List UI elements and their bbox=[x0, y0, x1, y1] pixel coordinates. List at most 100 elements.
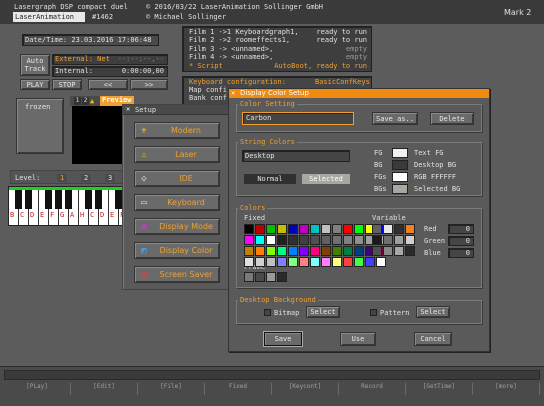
fixed-color-swatch[interactable] bbox=[343, 235, 353, 245]
frame-color-swatch[interactable] bbox=[244, 272, 254, 282]
stop-button[interactable]: STOP bbox=[52, 79, 82, 90]
pattern-select-button[interactable]: Select bbox=[416, 306, 450, 318]
fixed-color-swatch[interactable] bbox=[244, 257, 254, 267]
function-key[interactable]: [GetTime] bbox=[406, 383, 473, 395]
fixed-color-swatch[interactable] bbox=[310, 224, 320, 234]
film-row[interactable]: Film 4 -> <unnamed>, empty bbox=[189, 53, 367, 61]
fixed-color-swatch[interactable] bbox=[266, 246, 276, 256]
variable-color-swatch[interactable] bbox=[383, 246, 393, 256]
fixed-color-swatch[interactable] bbox=[299, 257, 309, 267]
setup-laser-button[interactable]: ⚠ Laser bbox=[134, 146, 220, 163]
fixed-color-swatch[interactable] bbox=[266, 224, 276, 234]
fixed-color-swatch[interactable] bbox=[321, 257, 331, 267]
frame-color-swatch[interactable] bbox=[266, 272, 276, 282]
fixed-color-swatch[interactable] bbox=[244, 246, 254, 256]
fixed-color-swatch[interactable] bbox=[299, 224, 309, 234]
piano-black-key[interactable] bbox=[85, 187, 92, 209]
frame-color-swatch[interactable] bbox=[255, 272, 265, 282]
fixed-color-swatch[interactable] bbox=[288, 235, 298, 245]
normal-preview[interactable]: Normal bbox=[244, 174, 296, 184]
fixed-color-swatch[interactable] bbox=[310, 235, 320, 245]
function-key[interactable]: [Keycont] bbox=[272, 383, 339, 395]
color-setting-input[interactable]: Carbon bbox=[242, 112, 354, 125]
variable-color-swatch[interactable] bbox=[372, 224, 382, 234]
variable-color-swatch[interactable] bbox=[394, 246, 404, 256]
level-1[interactable]: 1 bbox=[57, 174, 68, 182]
rgb-value-field[interactable]: 0 bbox=[448, 248, 474, 258]
piano-black-key[interactable] bbox=[95, 187, 102, 209]
fixed-color-swatch[interactable] bbox=[354, 224, 364, 234]
string-color-swatch[interactable] bbox=[392, 160, 408, 170]
play-button[interactable]: PLAY bbox=[20, 79, 50, 90]
save-as-button[interactable]: Save as.. bbox=[372, 112, 418, 125]
selected-preview[interactable]: Selected bbox=[302, 174, 350, 184]
cancel-button[interactable]: Cancel bbox=[414, 332, 452, 346]
variable-color-swatch[interactable] bbox=[405, 235, 415, 245]
fixed-color-swatch[interactable] bbox=[310, 246, 320, 256]
command-line[interactable] bbox=[4, 370, 540, 380]
fixed-color-swatch[interactable] bbox=[277, 257, 287, 267]
fixed-color-swatch[interactable] bbox=[288, 246, 298, 256]
setup-screen-saver-button[interactable]: ▤ Screen Saver bbox=[134, 266, 220, 283]
fixed-color-swatch[interactable] bbox=[332, 235, 342, 245]
fixed-color-swatch[interactable] bbox=[299, 246, 309, 256]
film-row[interactable]: Film 2 ->2 roomeffects1, ready to run bbox=[189, 36, 367, 44]
function-key[interactable]: [File] bbox=[138, 383, 205, 395]
fixed-color-swatch[interactable] bbox=[266, 235, 276, 245]
level-2[interactable]: 2 bbox=[81, 174, 92, 182]
function-key[interactable]: Fixed bbox=[205, 383, 272, 395]
fixed-color-swatch[interactable] bbox=[321, 224, 331, 234]
fixed-color-swatch[interactable] bbox=[277, 246, 287, 256]
fixed-color-swatch[interactable] bbox=[332, 246, 342, 256]
setup-display-color-button[interactable]: ◩ Display Color bbox=[134, 242, 220, 259]
fixed-color-swatch[interactable] bbox=[310, 257, 320, 267]
fixed-color-swatch[interactable] bbox=[332, 257, 342, 267]
fixed-color-swatch[interactable] bbox=[299, 235, 309, 245]
setup-modern-button[interactable]: ⚜ Modern bbox=[134, 122, 220, 139]
string-color-swatch[interactable] bbox=[392, 184, 408, 194]
string-select[interactable]: Desktop bbox=[242, 150, 350, 162]
level-3[interactable]: 3 bbox=[105, 174, 116, 182]
string-color-swatch[interactable] bbox=[392, 172, 408, 182]
keyboard-config-value[interactable]: BasicConfKeys bbox=[315, 78, 370, 86]
piano-black-key[interactable] bbox=[65, 187, 72, 209]
function-key[interactable]: [Edit] bbox=[71, 383, 138, 395]
fixed-color-swatch[interactable] bbox=[354, 246, 364, 256]
pattern-checkbox[interactable] bbox=[370, 309, 377, 316]
fixed-color-swatch[interactable] bbox=[288, 257, 298, 267]
fixed-color-swatch[interactable] bbox=[321, 246, 331, 256]
setup-ide-button[interactable]: ◇ IDE bbox=[134, 170, 220, 187]
fast-forward-button[interactable]: >> bbox=[130, 79, 168, 90]
string-color-swatch[interactable] bbox=[392, 148, 408, 158]
fixed-color-swatch[interactable] bbox=[266, 257, 276, 267]
variable-color-swatch[interactable] bbox=[383, 224, 393, 234]
preview-tab-1[interactable]: 1 bbox=[74, 97, 81, 105]
auto-track-button[interactable]: Auto Track bbox=[20, 54, 50, 76]
fixed-color-swatch[interactable] bbox=[343, 246, 353, 256]
preview-tab-2[interactable]: 2 bbox=[82, 97, 89, 105]
rgb-value-field[interactable]: 0 bbox=[448, 224, 474, 234]
bitmap-checkbox[interactable] bbox=[264, 309, 271, 316]
piano-black-key[interactable] bbox=[115, 187, 122, 209]
rewind-button[interactable]: << bbox=[88, 79, 128, 90]
setup-keyboard-button[interactable]: ▭ Keyboard bbox=[134, 194, 220, 211]
save-button[interactable]: Save bbox=[264, 332, 302, 346]
variable-color-swatch[interactable] bbox=[405, 224, 415, 234]
variable-color-swatch[interactable] bbox=[394, 235, 404, 245]
film-row[interactable]: Film 3 -> <unnamed>, empty bbox=[189, 45, 367, 53]
function-key[interactable]: [more] bbox=[473, 383, 540, 395]
variable-color-swatch[interactable] bbox=[372, 246, 382, 256]
fixed-color-swatch[interactable] bbox=[255, 246, 265, 256]
variable-color-swatch[interactable] bbox=[405, 246, 415, 256]
fixed-color-swatch[interactable] bbox=[255, 224, 265, 234]
frozen-panel[interactable]: frozen bbox=[16, 98, 64, 154]
film-row[interactable]: * Script AutoBoot, ready to run bbox=[189, 62, 367, 70]
fixed-color-swatch[interactable] bbox=[354, 257, 364, 267]
variable-color-swatch[interactable] bbox=[383, 235, 393, 245]
piano-black-key[interactable] bbox=[25, 187, 32, 209]
fixed-color-swatch[interactable] bbox=[288, 224, 298, 234]
fixed-color-swatch[interactable] bbox=[354, 235, 364, 245]
variable-color-swatch[interactable] bbox=[372, 235, 382, 245]
fixed-color-swatch[interactable] bbox=[277, 224, 287, 234]
fixed-color-swatch[interactable] bbox=[321, 235, 331, 245]
